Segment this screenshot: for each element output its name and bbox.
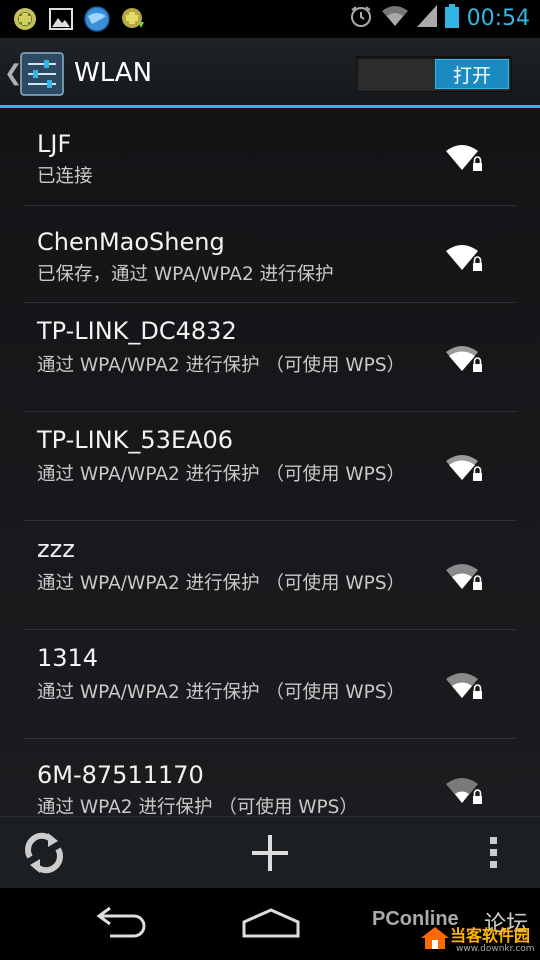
network-item-zzz[interactable]: zzz 通过 WPA/WPA2 进行保护 （可使用 WPS） (24, 521, 516, 630)
network-ssid: LJF (37, 130, 72, 158)
overflow-menu-icon (490, 837, 497, 868)
browser-notification-icon (84, 6, 110, 32)
network-item-tp-link-dc4832[interactable]: TP-LINK_DC4832 通过 WPA/WPA2 进行保护 （可使用 WPS… (24, 303, 516, 412)
network-item-1314[interactable]: 1314 通过 WPA/WPA2 进行保护 （可使用 WPS） (24, 630, 516, 739)
network-summary: 通过 WPA2 进行保护 （可使用 WPS） (37, 797, 358, 816)
network-summary: 通过 WPA/WPA2 进行保护 （可使用 WPS） (37, 573, 406, 594)
navigation-bar: PConline 论坛 当客软件园 www.downkr.com (0, 888, 540, 960)
network-item-ljf[interactable]: LJF 已连接 (24, 108, 516, 206)
image-notification-icon (48, 6, 74, 32)
wlan-toggle-on-label: 打开 (435, 59, 509, 89)
site-watermark: 当客软件园 (450, 926, 531, 945)
network-ssid: TP-LINK_53EA06 (37, 426, 234, 454)
network-summary: 已保存，通过 WPA/WPA2 进行保护 (37, 264, 334, 285)
wifi-lock-icon (446, 245, 482, 271)
notification-icons (12, 6, 146, 32)
wifi-lock-icon (446, 346, 482, 372)
home-icon (242, 908, 300, 938)
battery-icon (444, 4, 459, 32)
network-summary: 已连接 (37, 166, 93, 187)
wlan-toggle-switch[interactable]: 打开 (356, 56, 512, 92)
android-notification-icon (12, 6, 38, 32)
wifi-lock-icon (446, 673, 482, 699)
page-title: WLAN (74, 58, 153, 88)
status-clock: 00:54 (466, 5, 530, 31)
network-summary: 通过 WPA/WPA2 进行保护 （可使用 WPS） (37, 355, 406, 376)
scan-refresh-button[interactable] (20, 829, 68, 877)
site-url-watermark: www.downkr.com (456, 944, 535, 954)
action-bar: ❮ WLAN 打开 (0, 38, 540, 108)
cell-signal-icon (416, 5, 437, 31)
status-bar: 00:54 (0, 0, 540, 38)
wifi-lock-icon (446, 145, 482, 171)
network-summary: 通过 WPA/WPA2 进行保护 （可使用 WPS） (37, 682, 406, 703)
network-item-6m-87511170[interactable]: 6M-87511170 通过 WPA2 进行保护 （可使用 WPS） (24, 739, 516, 816)
network-item-tp-link-53ea06[interactable]: TP-LINK_53EA06 通过 WPA/WPA2 进行保护 （可使用 WPS… (24, 412, 516, 521)
network-list: LJF 已连接 ChenMaoSheng 已保存，通过 WPA/WPA2 进行保… (0, 108, 540, 816)
network-ssid: 1314 (37, 644, 99, 672)
download-notification-icon (120, 6, 146, 32)
network-ssid: 6M-87511170 (37, 761, 204, 789)
bottom-action-bar (0, 816, 540, 888)
network-ssid: zzz (37, 535, 75, 563)
back-button[interactable] (90, 906, 152, 942)
settings-app-icon[interactable] (20, 52, 64, 96)
back-icon (96, 906, 146, 938)
alarm-icon (349, 4, 373, 32)
add-network-icon (252, 835, 288, 871)
wifi-lock-icon (446, 778, 482, 804)
network-item-chenmaosheng[interactable]: ChenMaoSheng 已保存，通过 WPA/WPA2 进行保护 (24, 206, 516, 303)
wifi-lock-icon (446, 564, 482, 590)
add-network-button[interactable] (246, 829, 294, 877)
wifi-lock-icon (446, 455, 482, 481)
network-ssid: TP-LINK_DC4832 (37, 317, 237, 345)
overflow-menu-button[interactable] (470, 829, 518, 877)
home-button[interactable] (240, 906, 302, 942)
network-ssid: ChenMaoSheng (37, 228, 225, 256)
wifi-signal-icon (381, 5, 409, 31)
house-logo-icon (420, 926, 450, 950)
network-summary: 通过 WPA/WPA2 进行保护 （可使用 WPS） (37, 464, 406, 485)
scan-refresh-icon (25, 832, 63, 874)
